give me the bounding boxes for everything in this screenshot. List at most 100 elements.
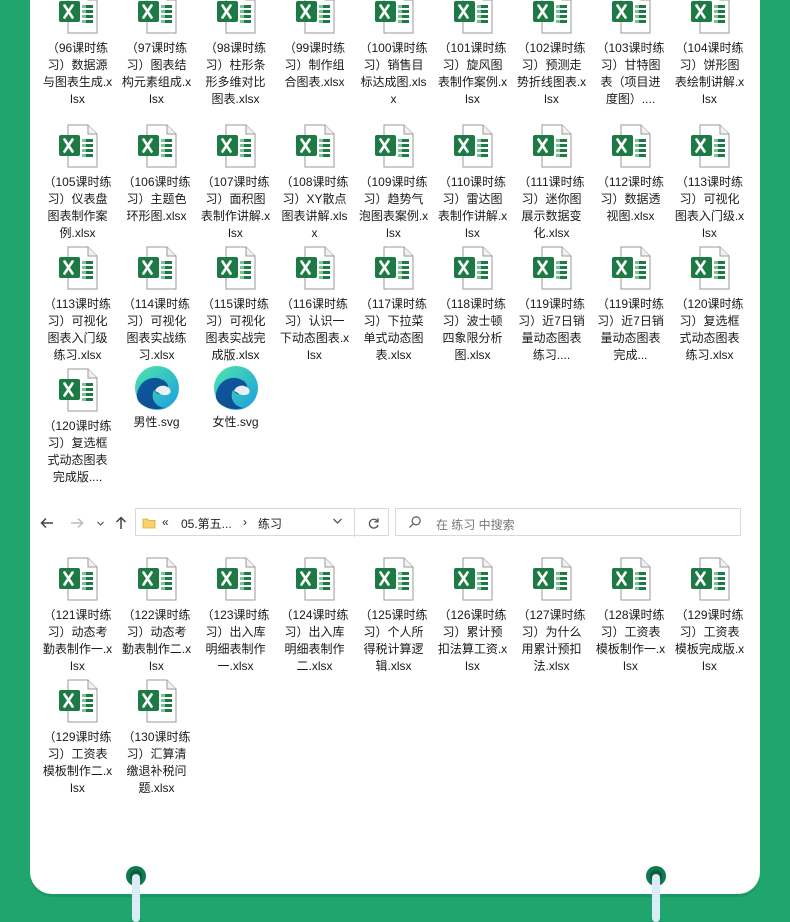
xlsx-file-item[interactable]: （128课时练习）工资表模板制作一.xlsx: [591, 555, 670, 677]
xlsx-file-item[interactable]: （119课时练习）近7日销量动态图表练习....: [512, 244, 591, 366]
file-name: （103课时练习）甘特图表（项目进度图）....: [596, 41, 665, 106]
xlsx-file-item[interactable]: （117课时练习）下拉菜单式动态图表.xlsx: [354, 244, 433, 366]
xlsx-file-item[interactable]: （129课时练习）工资表模板完成版.xlsx: [670, 555, 749, 677]
xlsx-file-item[interactable]: （98课时练习）柱形条形多维对比图表.xlsx: [196, 0, 275, 122]
file-name: （105课时练习）仪表盘图表制作案例.xlsx: [43, 175, 112, 240]
chevron-down-icon: [96, 521, 104, 526]
excel-file-icon: [137, 557, 177, 601]
svg-file-item[interactable]: 女性.svg: [196, 366, 275, 488]
file-name: （96课时练习）数据源与图表生成.xlsx: [42, 41, 113, 106]
xlsx-file-item[interactable]: （118课时练习）波士顿四象限分析图.xlsx: [433, 244, 512, 366]
forward-button[interactable]: [68, 512, 86, 534]
file-name: （107课时练习）面积图表制作讲解.xlsx: [200, 175, 271, 240]
xlsx-file-item[interactable]: （107课时练习）面积图表制作讲解.xlsx: [196, 122, 275, 244]
breadcrumb-overflow[interactable]: «: [162, 515, 169, 529]
excel-file-icon: [216, 124, 256, 168]
xlsx-file-item[interactable]: （96课时练习）数据源与图表生成.xlsx: [38, 0, 117, 122]
xlsx-file-item[interactable]: （121课时练习）动态考勤表制作一.xlsx: [38, 555, 117, 677]
search-placeholder: 在 练习 中搜索: [436, 518, 515, 532]
xlsx-file-item[interactable]: （109课时练习）趋势气泡图表案例.xlsx: [354, 122, 433, 244]
xlsx-file-item[interactable]: （110课时练习）雷达图表制作讲解.xlsx: [433, 122, 512, 244]
up-button[interactable]: [112, 512, 130, 534]
file-name: （120课时练习）复选框式动态图表完成版....: [43, 419, 112, 484]
breadcrumb-separator[interactable]: ›: [243, 515, 247, 529]
file-name: （97课时练习）图表结构元素组成.xlsx: [121, 41, 192, 106]
file-name: （124课时练习）出入库明细表制作二.xlsx: [280, 608, 349, 673]
xlsx-file-item[interactable]: （125课时练习）个人所得税计算逻辑.xlsx: [354, 555, 433, 677]
file-grid-bottom: （121课时练习）动态考勤表制作一.xlsx （122课时练习）动态考勤表制作二.…: [38, 555, 758, 799]
excel-file-icon: [295, 0, 335, 34]
xlsx-file-item[interactable]: （99课时练习）制作组合图表.xlsx: [275, 0, 354, 122]
binder-ring-left: [126, 866, 146, 922]
excel-file-icon: [532, 0, 572, 34]
excel-file-icon: [611, 0, 651, 34]
excel-file-icon: [374, 246, 414, 290]
file-name: （106课时练习）主题色环形图.xlsx: [122, 175, 191, 223]
excel-file-icon: [295, 246, 335, 290]
excel-file-icon: [58, 368, 98, 412]
file-name: （113课时练习）可视化图表入门级.xlsx: [674, 175, 745, 240]
file-name: （117课时练习）下拉菜单式动态图表.xlsx: [359, 297, 428, 362]
file-name: （108课时练习）XY散点图表讲解.xlsx: [280, 175, 349, 240]
file-name: （126课时练习）累计预扣法算工资.xlsx: [437, 608, 508, 673]
xlsx-file-item[interactable]: （104课时练习）饼形图表绘制讲解.xlsx: [670, 0, 749, 122]
refresh-button[interactable]: [354, 509, 391, 537]
excel-file-icon: [374, 0, 414, 34]
file-name: （119课时练习）近7日销量动态图表完成...: [596, 297, 665, 362]
xlsx-file-item[interactable]: （116课时练习）认识一下动态图表.xlsx: [275, 244, 354, 366]
xlsx-file-item[interactable]: （119课时练习）近7日销量动态图表完成...: [591, 244, 670, 366]
xlsx-file-item[interactable]: （120课时练习）复选框式动态图表完成版....: [38, 366, 117, 488]
excel-file-icon: [58, 124, 98, 168]
xlsx-file-item[interactable]: （115课时练习）可视化图表实战完成版.xlsx: [196, 244, 275, 366]
xlsx-file-item[interactable]: （105课时练习）仪表盘图表制作案例.xlsx: [38, 122, 117, 244]
xlsx-file-item[interactable]: （103课时练习）甘特图表（项目进度图）....: [591, 0, 670, 122]
address-bar[interactable]: « 05.第五... › 练习: [135, 508, 391, 537]
search-box[interactable]: 在 练习 中搜索: [395, 508, 741, 536]
xlsx-file-item[interactable]: （100课时练习）销售目标达成图.xlsx: [354, 0, 433, 122]
file-name: （129课时练习）工资表模板完成版.xlsx: [674, 608, 745, 673]
back-button[interactable]: [38, 512, 56, 534]
excel-file-icon: [216, 557, 256, 601]
svg-file-item[interactable]: 男性.svg: [117, 366, 196, 488]
xlsx-file-item[interactable]: （122课时练习）动态考勤表制作二.xlsx: [117, 555, 196, 677]
arrow-up-icon: [115, 516, 127, 529]
breadcrumb-parent[interactable]: 05.第五...: [181, 515, 232, 532]
xlsx-file-item[interactable]: （124课时练习）出入库明细表制作二.xlsx: [275, 555, 354, 677]
xlsx-file-item[interactable]: （111课时练习）迷你图展示数据变化.xlsx: [512, 122, 591, 244]
excel-file-icon: [137, 679, 177, 723]
xlsx-file-item[interactable]: （120课时练习）复选框式动态图表练习.xlsx: [670, 244, 749, 366]
xlsx-file-item[interactable]: （114课时练习）可视化图表实战练习.xlsx: [117, 244, 196, 366]
edge-browser-icon: [212, 364, 260, 412]
file-name: （116课时练习）认识一下动态图表.xlsx: [279, 297, 350, 362]
excel-file-icon: [58, 0, 98, 34]
xlsx-file-item[interactable]: （126课时练习）累计预扣法算工资.xlsx: [433, 555, 512, 677]
address-dropdown-button[interactable]: [332, 515, 343, 529]
xlsx-file-item[interactable]: （112课时练习）数据透视图.xlsx: [591, 122, 670, 244]
excel-file-icon: [58, 246, 98, 290]
file-name: （114课时练习）可视化图表实战练习.xlsx: [122, 297, 191, 362]
xlsx-file-item[interactable]: （123课时练习）出入库明细表制作一.xlsx: [196, 555, 275, 677]
xlsx-file-item[interactable]: （106课时练习）主题色环形图.xlsx: [117, 122, 196, 244]
excel-file-icon: [611, 246, 651, 290]
xlsx-file-item[interactable]: （113课时练习）可视化图表入门级练习.xlsx: [38, 244, 117, 366]
excel-file-icon: [216, 0, 256, 34]
file-name: （98课时练习）柱形条形多维对比图表.xlsx: [204, 41, 267, 106]
breadcrumb-current[interactable]: 练习: [258, 515, 282, 532]
xlsx-file-item[interactable]: （97课时练习）图表结构元素组成.xlsx: [117, 0, 196, 122]
excel-file-icon: [295, 557, 335, 601]
file-grid-top: （96课时练习）数据源与图表生成.xlsx （97课时练习）图表结构元素组成.xl…: [38, 0, 758, 488]
xlsx-file-item[interactable]: （130课时练习）汇算清缴退补税问题.xlsx: [117, 677, 196, 799]
excel-file-icon: [216, 246, 256, 290]
xlsx-file-item[interactable]: （113课时练习）可视化图表入门级.xlsx: [670, 122, 749, 244]
xlsx-file-item[interactable]: （101课时练习）旋风图表制作案例.xlsx: [433, 0, 512, 122]
file-name: （101课时练习）旋风图表制作案例.xlsx: [437, 41, 508, 106]
file-name: （100课时练习）销售目标达成图.xlsx: [359, 41, 428, 106]
excel-file-icon: [690, 246, 730, 290]
xlsx-file-item[interactable]: （102课时练习）预测走势折线图表.xlsx: [512, 0, 591, 122]
xlsx-file-item[interactable]: （127课时练习）为什么用累计预扣法.xlsx: [512, 555, 591, 677]
xlsx-file-item[interactable]: （129课时练习）工资表模板制作二.xlsx: [38, 677, 117, 799]
excel-file-icon: [137, 124, 177, 168]
xlsx-file-item[interactable]: （108课时练习）XY散点图表讲解.xlsx: [275, 122, 354, 244]
excel-file-icon: [453, 246, 493, 290]
recent-locations-button[interactable]: [94, 512, 106, 534]
